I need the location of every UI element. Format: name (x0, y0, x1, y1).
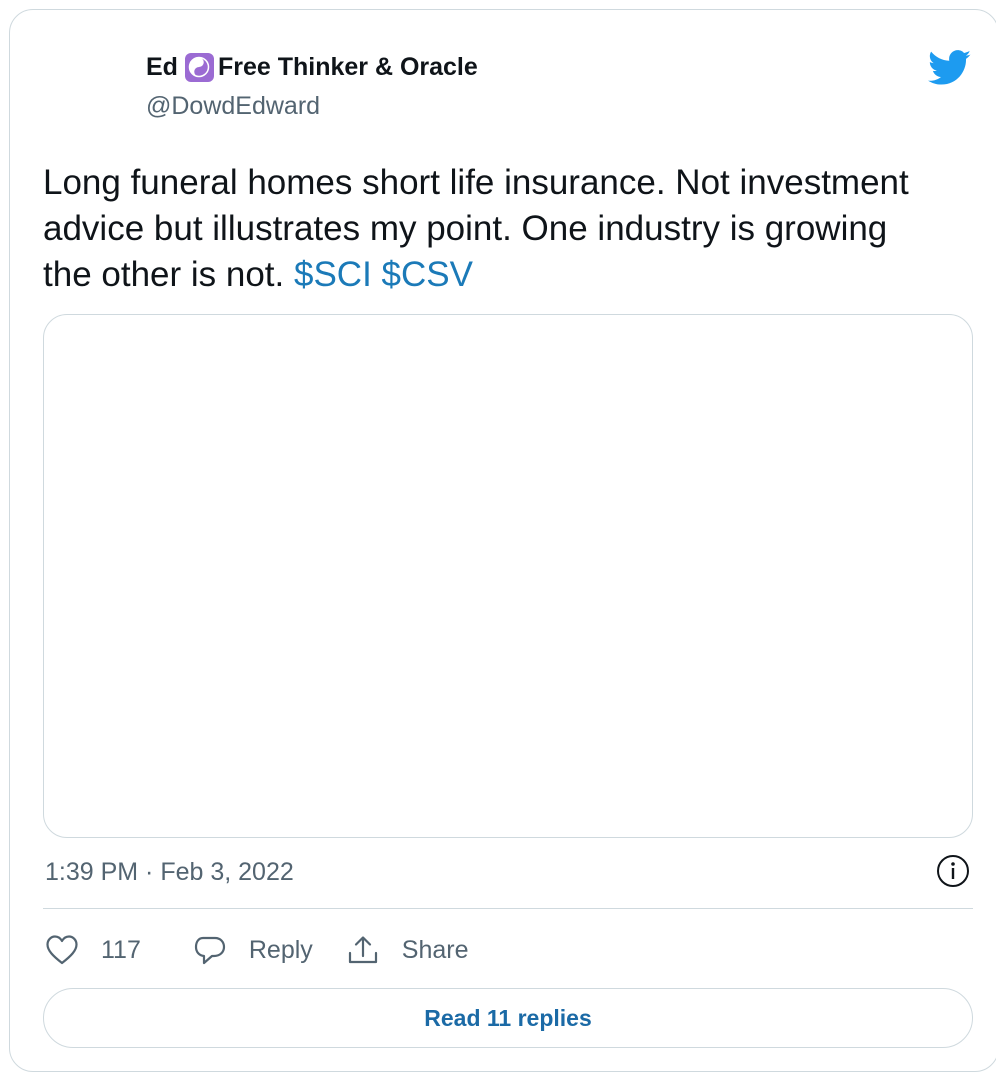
author-name-row[interactable]: Ed Free Thinker & Oracle (146, 52, 478, 82)
speech-bubble-icon (194, 936, 225, 965)
tweet-timestamp[interactable]: 1:39 PM · Feb 3, 2022 (45, 858, 294, 887)
author-handle[interactable]: @DowdEdward (146, 92, 478, 121)
share-button[interactable]: Share (346, 934, 469, 966)
twitter-bird-icon[interactable] (928, 50, 972, 86)
share-icon (348, 936, 377, 964)
author-name-suffix[interactable]: Free Thinker & Oracle (218, 53, 478, 82)
heart-icon (46, 935, 78, 965)
divider (43, 908, 973, 909)
read-replies-label: Read 11 replies (424, 1004, 592, 1031)
cashtag-csv[interactable]: $CSV (382, 255, 473, 294)
share-label[interactable]: Share (402, 936, 469, 965)
tweet-text: Long funeral homes short life insurance.… (43, 160, 923, 298)
tweet-body: Long funeral homes short life insurance.… (43, 163, 909, 294)
read-replies-button[interactable]: Read 11 replies (43, 988, 973, 1048)
action-bar: 117 Reply Share (45, 928, 469, 972)
author-name[interactable]: Ed (146, 53, 178, 82)
yin-yang-icon (184, 52, 214, 82)
info-icon[interactable] (935, 853, 971, 889)
cashtag-sci[interactable]: $SCI (294, 255, 372, 294)
tweet-media[interactable] (43, 314, 973, 838)
author-block[interactable]: Ed Free Thinker & Oracle @DowdEdward (146, 52, 478, 121)
tweet-card: Ed Free Thinker & Oracle @DowdEdward Lon… (9, 9, 996, 1072)
like-count[interactable]: 117 (101, 936, 141, 965)
like-button[interactable]: 117 (45, 934, 141, 966)
reply-label[interactable]: Reply (249, 936, 313, 965)
reply-button[interactable]: Reply (193, 934, 313, 966)
